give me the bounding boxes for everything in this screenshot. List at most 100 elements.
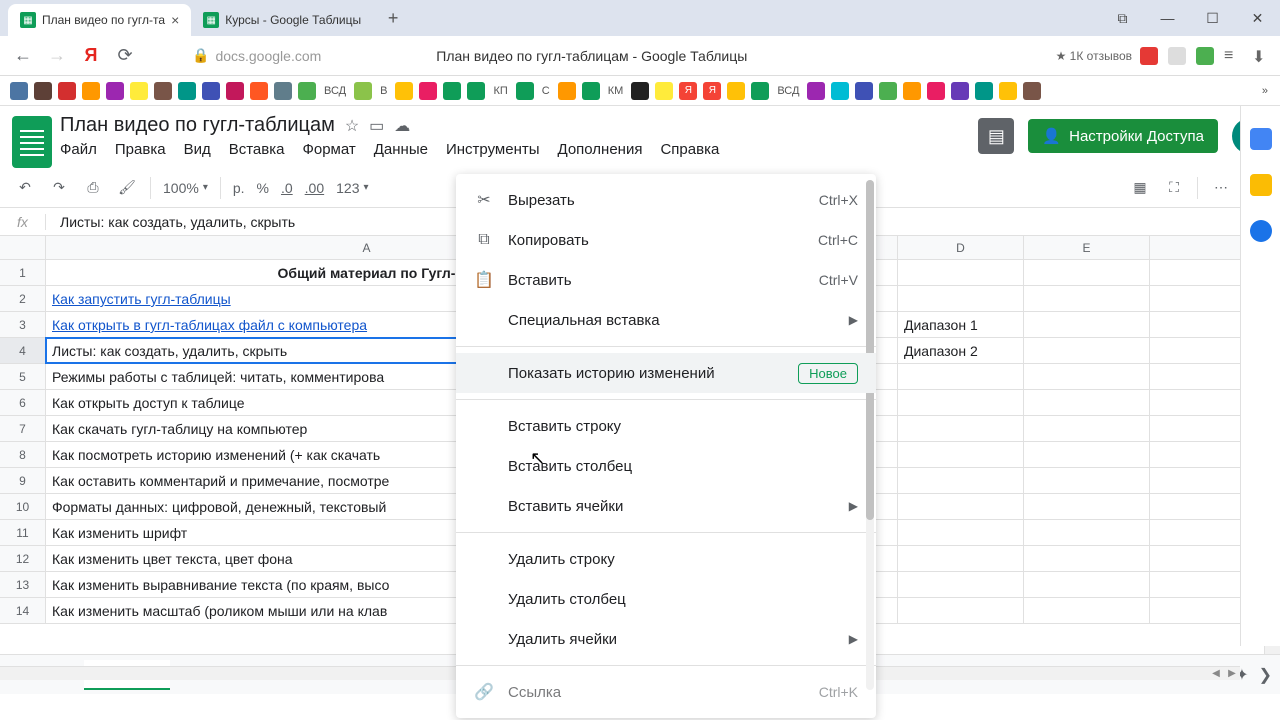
- cell[interactable]: [898, 286, 1024, 311]
- cell[interactable]: [898, 468, 1024, 493]
- bookmark-icon[interactable]: Я: [679, 82, 697, 100]
- bookmark-icon[interactable]: [58, 82, 76, 100]
- menu-copy[interactable]: ⧉ Копировать Ctrl+C: [456, 220, 876, 260]
- cell[interactable]: [898, 260, 1024, 285]
- bookmark-icon[interactable]: [975, 82, 993, 100]
- menu-paste[interactable]: 📋 Вставить Ctrl+V: [456, 260, 876, 300]
- row-number[interactable]: 6: [0, 390, 46, 415]
- bookmark-icon[interactable]: [34, 82, 52, 100]
- comments-icon[interactable]: ▤: [978, 118, 1014, 154]
- close-window-icon[interactable]: ✕: [1235, 0, 1280, 36]
- browser-tab-active[interactable]: ▦ План видео по гугл-та ×: [8, 4, 191, 36]
- column-header-e[interactable]: E: [1024, 236, 1150, 259]
- bookmark-icon[interactable]: [202, 82, 220, 100]
- share-button[interactable]: 👤 Настройки Доступа: [1028, 119, 1218, 153]
- undo-icon[interactable]: ↶: [14, 177, 36, 199]
- bookmark-icon[interactable]: [130, 82, 148, 100]
- close-tab-icon[interactable]: ×: [171, 12, 179, 28]
- bookmark-icon[interactable]: [106, 82, 124, 100]
- row-number[interactable]: 14: [0, 598, 46, 623]
- bookmark-icon[interactable]: [558, 82, 576, 100]
- row-number[interactable]: 4: [0, 338, 46, 363]
- keep-icon[interactable]: [1250, 174, 1272, 196]
- menu-insert-row[interactable]: Вставить строку: [456, 406, 876, 446]
- bookmark-icon[interactable]: [82, 82, 100, 100]
- side-panel-toggle-icon[interactable]: ❯: [1259, 665, 1272, 685]
- cell[interactable]: [1024, 546, 1150, 571]
- calendar-icon[interactable]: [1250, 128, 1272, 150]
- cell[interactable]: [898, 546, 1024, 571]
- menu-help[interactable]: Справка: [660, 141, 719, 158]
- cell[interactable]: [1024, 260, 1150, 285]
- bookmark-icon[interactable]: [903, 82, 921, 100]
- row-number[interactable]: 8: [0, 442, 46, 467]
- tasks-icon[interactable]: [1250, 220, 1272, 242]
- column-header-d[interactable]: D: [898, 236, 1024, 259]
- bookmark-icon[interactable]: [226, 82, 244, 100]
- bookmark-icon[interactable]: [298, 82, 316, 100]
- filter-icon[interactable]: ⛶: [1163, 177, 1185, 199]
- menu-icon[interactable]: ≡: [1224, 47, 1242, 65]
- bookmark-icon[interactable]: [419, 82, 437, 100]
- row-number[interactable]: 1: [0, 260, 46, 285]
- bookmark-folder[interactable]: В: [378, 85, 389, 97]
- bookmark-folder[interactable]: КП: [491, 85, 509, 97]
- bookmark-icon[interactable]: [443, 82, 461, 100]
- decrease-decimal[interactable]: .0: [281, 180, 293, 196]
- print-icon[interactable]: ⎙: [82, 177, 104, 199]
- ext-icon[interactable]: [1168, 47, 1186, 65]
- insert-chart-icon[interactable]: ▦: [1129, 177, 1151, 199]
- menu-insert-cells[interactable]: Вставить ячейки ▶: [456, 486, 876, 526]
- row-number[interactable]: 2: [0, 286, 46, 311]
- bookmark-icon[interactable]: [467, 82, 485, 100]
- cell[interactable]: [1024, 468, 1150, 493]
- number-format-dropdown[interactable]: 123▾: [336, 180, 368, 196]
- sheets-logo-icon[interactable]: [12, 116, 52, 168]
- cell[interactable]: Диапазон 1: [898, 312, 1024, 337]
- row-number[interactable]: 7: [0, 416, 46, 441]
- row-number[interactable]: 9: [0, 468, 46, 493]
- cell[interactable]: [1024, 364, 1150, 389]
- menu-addons[interactable]: Дополнения: [558, 141, 643, 158]
- bookmark-icon[interactable]: [154, 82, 172, 100]
- more-icon[interactable]: ⋯: [1210, 177, 1232, 199]
- menu-cut[interactable]: ✂ Вырезать Ctrl+X: [456, 180, 876, 220]
- row-number[interactable]: 5: [0, 364, 46, 389]
- percent-format[interactable]: %: [257, 180, 269, 196]
- select-all-corner[interactable]: [0, 236, 46, 259]
- new-tab-button[interactable]: +: [379, 4, 407, 32]
- paint-format-icon[interactable]: 🖌: [116, 177, 138, 199]
- menu-format[interactable]: Формат: [302, 141, 355, 158]
- menu-view[interactable]: Вид: [184, 141, 211, 158]
- cell[interactable]: [898, 364, 1024, 389]
- yandex-icon[interactable]: Я: [78, 43, 104, 69]
- bookmark-icon[interactable]: [951, 82, 969, 100]
- browser-tab[interactable]: ▦ Курсы - Google Таблицы: [191, 4, 373, 36]
- cell[interactable]: [898, 416, 1024, 441]
- bookmark-icon[interactable]: [751, 82, 769, 100]
- cell[interactable]: [898, 442, 1024, 467]
- menu-tools[interactable]: Инструменты: [446, 141, 540, 158]
- cell[interactable]: [1024, 338, 1150, 363]
- cell[interactable]: Диапазон 2: [898, 338, 1024, 363]
- cell[interactable]: [1024, 390, 1150, 415]
- bookmark-icon[interactable]: [927, 82, 945, 100]
- menu-edit[interactable]: Правка: [115, 141, 166, 158]
- row-number[interactable]: 3: [0, 312, 46, 337]
- row-number[interactable]: 10: [0, 494, 46, 519]
- bookmark-icon[interactable]: [879, 82, 897, 100]
- bookmark-icon[interactable]: [655, 82, 673, 100]
- minimize-icon[interactable]: —: [1145, 0, 1190, 36]
- menu-paste-special[interactable]: Специальная вставка ▶: [456, 300, 876, 340]
- bookmark-icon[interactable]: [178, 82, 196, 100]
- cell[interactable]: [1024, 442, 1150, 467]
- cell[interactable]: [898, 598, 1024, 623]
- bookmark-icon[interactable]: [807, 82, 825, 100]
- bookmark-icon[interactable]: [831, 82, 849, 100]
- cell[interactable]: [1024, 598, 1150, 623]
- reload-button[interactable]: ⟳: [112, 43, 138, 69]
- menu-delete-column[interactable]: Удалить столбец: [456, 579, 876, 619]
- cell[interactable]: [1024, 312, 1150, 337]
- document-title[interactable]: План видео по гугл-таблицам: [60, 114, 335, 137]
- cell[interactable]: [1024, 416, 1150, 441]
